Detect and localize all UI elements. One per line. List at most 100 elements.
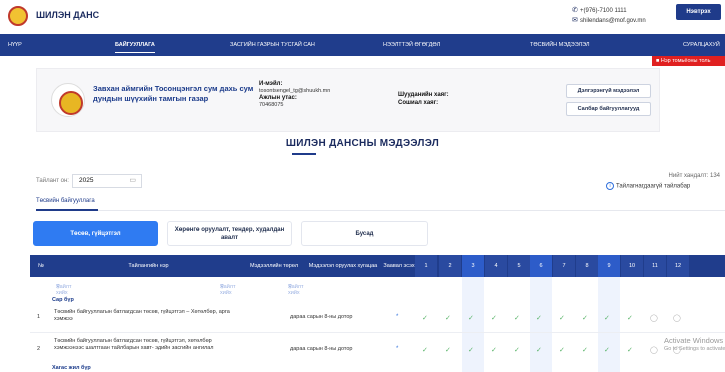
row-report-name: Төсвийн байгууллагын батлагдсан төсөв, г… [54,338,214,351]
group-monthly: Сар бүр [52,297,74,303]
col-report-name: Тайлангийн нэр [128,263,169,269]
col-month-3: 3 [462,255,484,277]
row-deadline: дараа сарын 8-ны дотор [290,346,353,352]
col-info-type: Мэдээллийн төрөл [249,263,299,269]
nav-item-budget-info[interactable]: ТӨСВИЙН МЭДЭЭЛЭЛ [530,34,589,56]
info-icon: i [606,182,614,190]
watermark-title: Activate Windows [664,336,724,345]
col-month-8: 8 [576,255,598,277]
pending-icon[interactable]: ◯ [650,314,658,322]
table-header: № Тайлангийн нэр Мэдээллийн төрөл Мэдээл… [30,255,725,277]
nav-item-special-funds[interactable]: ЗАСГИЙН ГАЗРЫН ТУСГАЙ САН [230,34,315,56]
watermark-subtitle: Go to Settings to activate Windows. [664,346,725,352]
main-nav: НҮҮР БАЙГУУЛЛАГА ЗАСГИЙН ГАЗРЫН ТУСГАЙ С… [0,34,725,56]
top-bar: ШИЛЭН ДАНС ✆ +(976)-7100 1111 ✉ shilendans… [0,0,725,34]
glossary-label: Нэр томьёоны толь [660,58,711,64]
organization-emblem [51,83,85,117]
col-month-4: 4 [485,255,507,277]
year-value: 2025 [79,177,94,184]
phone-label: Ажлын утас: [259,95,297,101]
check-icon[interactable]: ✓ [491,314,497,322]
check-icon[interactable]: ✓ [604,346,610,354]
details-button[interactable]: Дэлгэрэнгүй мэдээлэл [566,84,651,98]
legend: i Тайлагнагдаагүй тайлабар [606,182,725,190]
tab-divider [36,210,725,211]
state-emblem-logo[interactable] [8,6,28,26]
check-icon[interactable]: ✓ [536,314,542,322]
phone-icon: ✆ [572,7,578,14]
col-month-12: 12 [667,255,689,277]
organization-phone: 70468075 [259,102,284,108]
check-icon[interactable]: ✓ [514,314,520,322]
check-icon[interactable]: ✓ [422,346,428,354]
search-placeholder: Хайлт хийх [288,284,304,296]
calendar-icon[interactable]: ▭ [129,175,136,187]
group-half-yearly: Хагас жил бүр [52,365,91,371]
active-tab-indicator [36,209,98,211]
search-placeholder: Хайлт хийх [56,284,72,296]
pending-icon[interactable]: ◯ [673,314,681,322]
col-month-11: 11 [644,255,666,277]
check-icon[interactable]: ✓ [468,314,474,322]
mail-icon: ✉ [572,17,578,24]
section-title-underline [292,153,316,155]
check-icon[interactable]: ✓ [582,346,588,354]
row-divider [30,332,725,333]
check-icon[interactable]: ✓ [491,346,497,354]
col-month-7: 7 [553,255,575,277]
required-mark: * [396,346,399,352]
col-month-6: 6 [530,255,552,277]
check-icon[interactable]: ✓ [536,346,542,354]
col-no: № [38,263,44,269]
nav-item-organizations[interactable]: БАЙГУУЛЛАГА [115,34,155,56]
check-icon[interactable]: ✓ [445,346,451,354]
login-button[interactable]: Нэвтрэх [676,4,721,20]
glossary-button[interactable]: ■ Нэр томьёоны толь [652,56,725,66]
nav-item-open-data[interactable]: НЭЭЛТТЭЙ ӨГӨГДӨЛ [383,34,440,56]
row-number: 1 [37,314,41,320]
tab-budget-organization[interactable]: Төсвийн байгууллага [36,198,95,204]
legend-label: Тайлагнагдаагүй тайлабар [616,183,691,190]
col-month-2: 2 [439,255,461,277]
search-placeholder: Хайлт хийх [220,284,236,296]
brand-title[interactable]: ШИЛЭН ДАНС [36,10,99,20]
category-other-button[interactable]: Бусад [301,221,428,246]
check-icon[interactable]: ✓ [582,314,588,322]
organization-name: Завхан аймгийн Тосонцэнгэл сум дахь сум … [93,84,254,103]
check-icon[interactable]: ✓ [514,346,520,354]
check-icon[interactable]: ✓ [627,314,633,322]
col-required: Заавал эсэх [383,263,415,269]
contact-email: shilendans@mof.gov.mn [580,18,646,24]
required-mark: * [396,314,399,320]
row-report-name: Төсвийн байгууллагын батлагдсан төсөв, г… [54,309,230,322]
check-icon[interactable]: ✓ [445,314,451,322]
check-icon[interactable]: ✓ [422,314,428,322]
col-deadline: Мэдээлэл оруулах хугацаа [308,263,378,269]
nav-item-home[interactable]: НҮҮР [8,34,22,56]
check-icon[interactable]: ✓ [559,346,565,354]
contact-info: ✆ +(976)-7100 1111 ✉ shilendans@mof.gov.mn [572,6,646,26]
postal-address-label: Шууданийн хаяг: [398,92,449,98]
row-deadline: дараа сарын 8-ны дотор [290,314,353,320]
organization-email[interactable]: tosontsengel_tg@shuukh.mn [259,88,330,94]
category-investment-button[interactable]: Хөрөнгө оруулалт, тендер, худалдан авалт [167,221,292,246]
organization-addresses: Шууданийн хаяг: Сошиал хаяг: [398,91,449,107]
nav-item-learning[interactable]: СУРАЛЦАХУЙ [683,34,720,56]
table-search-row: ⚲ Хайлт хийх ⚲ Хайлт хийх ⚲ Хайлт хийх [30,280,725,296]
branches-button[interactable]: Салбар байгууллагууд [566,102,651,116]
contact-phone: +(976)-7100 1111 [580,8,627,14]
col-month-9: 9 [598,255,620,277]
check-icon[interactable]: ✓ [468,346,474,354]
check-icon[interactable]: ✓ [559,314,565,322]
year-select[interactable]: 2025 ▭ [72,174,142,188]
social-address-label: Сошиал хаяг: [398,100,439,106]
activation-watermark: Activate Windows Go to Settings to activ… [664,336,725,354]
check-icon[interactable]: ✓ [627,346,633,354]
total-views: Нийт хандалт: 134 [668,173,720,179]
pending-icon[interactable]: ◯ [650,346,658,354]
email-label: И-мэйл: [259,81,283,87]
check-icon[interactable]: ✓ [604,314,610,322]
year-label: Тайлант он: [36,178,69,184]
col-month-1: 1 [415,255,437,277]
category-budget-button[interactable]: Төсөв, гүйцэтгэл [33,221,158,246]
